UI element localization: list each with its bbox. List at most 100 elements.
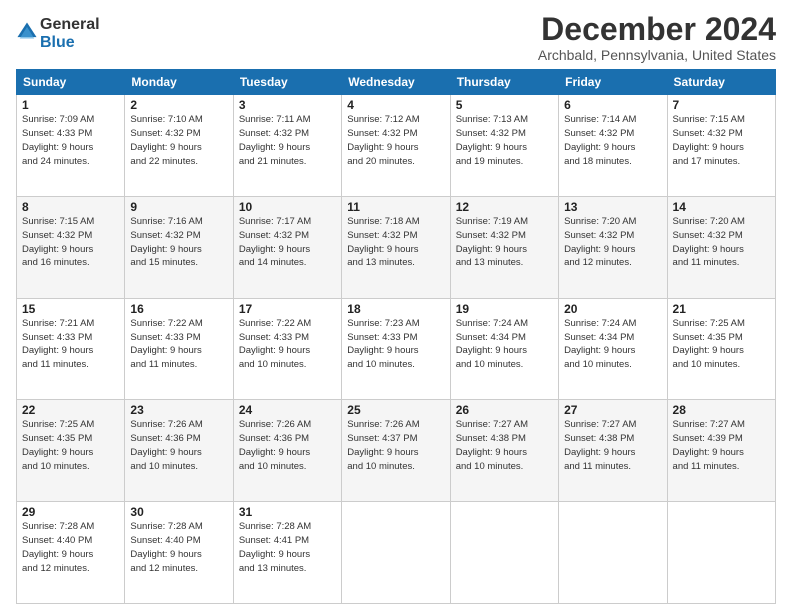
day-info: Sunrise: 7:28 AMSunset: 4:41 PMDaylight:… [239,521,311,573]
day-number: 29 [22,505,119,519]
week-row-5: 29 Sunrise: 7:28 AMSunset: 4:40 PMDaylig… [17,502,776,604]
day-number: 22 [22,403,119,417]
table-row: 4 Sunrise: 7:12 AMSunset: 4:32 PMDayligh… [342,95,450,197]
day-number: 5 [456,98,553,112]
day-number: 9 [130,200,227,214]
day-number: 2 [130,98,227,112]
table-row: 23 Sunrise: 7:26 AMSunset: 4:36 PMDaylig… [125,400,233,502]
day-info: Sunrise: 7:17 AMSunset: 4:32 PMDaylight:… [239,216,311,268]
day-info: Sunrise: 7:24 AMSunset: 4:34 PMDaylight:… [456,318,528,370]
col-saturday: Saturday [667,70,775,95]
day-number: 18 [347,302,444,316]
day-number: 3 [239,98,336,112]
title-block: December 2024 Archbald, Pennsylvania, Un… [538,12,776,63]
day-info: Sunrise: 7:23 AMSunset: 4:33 PMDaylight:… [347,318,419,370]
day-info: Sunrise: 7:26 AMSunset: 4:36 PMDaylight:… [239,419,311,471]
day-info: Sunrise: 7:26 AMSunset: 4:37 PMDaylight:… [347,419,419,471]
day-number: 19 [456,302,553,316]
day-number: 30 [130,505,227,519]
header-row: Sunday Monday Tuesday Wednesday Thursday… [17,70,776,95]
table-row: 29 Sunrise: 7:28 AMSunset: 4:40 PMDaylig… [17,502,125,604]
subtitle: Archbald, Pennsylvania, United States [538,47,776,63]
table-row: 3 Sunrise: 7:11 AMSunset: 4:32 PMDayligh… [233,95,341,197]
header: General Blue December 2024 Archbald, Pen… [16,12,776,63]
table-row: 2 Sunrise: 7:10 AMSunset: 4:32 PMDayligh… [125,95,233,197]
col-thursday: Thursday [450,70,558,95]
table-row: 10 Sunrise: 7:17 AMSunset: 4:32 PMDaylig… [233,196,341,298]
day-info: Sunrise: 7:21 AMSunset: 4:33 PMDaylight:… [22,318,94,370]
col-monday: Monday [125,70,233,95]
day-info: Sunrise: 7:10 AMSunset: 4:32 PMDaylight:… [130,114,202,166]
table-row: 13 Sunrise: 7:20 AMSunset: 4:32 PMDaylig… [559,196,667,298]
day-number: 4 [347,98,444,112]
logo-blue: Blue [40,34,100,52]
logo: General Blue [16,16,100,51]
week-row-4: 22 Sunrise: 7:25 AMSunset: 4:35 PMDaylig… [17,400,776,502]
table-row [559,502,667,604]
day-number: 26 [456,403,553,417]
day-info: Sunrise: 7:14 AMSunset: 4:32 PMDaylight:… [564,114,636,166]
day-info: Sunrise: 7:25 AMSunset: 4:35 PMDaylight:… [22,419,94,471]
table-row: 16 Sunrise: 7:22 AMSunset: 4:33 PMDaylig… [125,298,233,400]
table-row: 11 Sunrise: 7:18 AMSunset: 4:32 PMDaylig… [342,196,450,298]
day-info: Sunrise: 7:13 AMSunset: 4:32 PMDaylight:… [456,114,528,166]
table-row: 14 Sunrise: 7:20 AMSunset: 4:32 PMDaylig… [667,196,775,298]
table-row: 26 Sunrise: 7:27 AMSunset: 4:38 PMDaylig… [450,400,558,502]
day-number: 23 [130,403,227,417]
day-info: Sunrise: 7:19 AMSunset: 4:32 PMDaylight:… [456,216,528,268]
day-number: 14 [673,200,770,214]
col-wednesday: Wednesday [342,70,450,95]
table-row: 15 Sunrise: 7:21 AMSunset: 4:33 PMDaylig… [17,298,125,400]
day-number: 12 [456,200,553,214]
day-info: Sunrise: 7:28 AMSunset: 4:40 PMDaylight:… [22,521,94,573]
day-number: 17 [239,302,336,316]
table-row: 31 Sunrise: 7:28 AMSunset: 4:41 PMDaylig… [233,502,341,604]
table-row: 18 Sunrise: 7:23 AMSunset: 4:33 PMDaylig… [342,298,450,400]
table-row: 28 Sunrise: 7:27 AMSunset: 4:39 PMDaylig… [667,400,775,502]
day-number: 15 [22,302,119,316]
table-row: 5 Sunrise: 7:13 AMSunset: 4:32 PMDayligh… [450,95,558,197]
day-info: Sunrise: 7:27 AMSunset: 4:38 PMDaylight:… [456,419,528,471]
day-info: Sunrise: 7:15 AMSunset: 4:32 PMDaylight:… [673,114,745,166]
calendar-table: Sunday Monday Tuesday Wednesday Thursday… [16,69,776,604]
day-info: Sunrise: 7:16 AMSunset: 4:32 PMDaylight:… [130,216,202,268]
main-title: December 2024 [538,12,776,47]
day-info: Sunrise: 7:22 AMSunset: 4:33 PMDaylight:… [130,318,202,370]
day-number: 31 [239,505,336,519]
day-info: Sunrise: 7:28 AMSunset: 4:40 PMDaylight:… [130,521,202,573]
table-row: 6 Sunrise: 7:14 AMSunset: 4:32 PMDayligh… [559,95,667,197]
day-number: 28 [673,403,770,417]
day-number: 16 [130,302,227,316]
day-info: Sunrise: 7:27 AMSunset: 4:39 PMDaylight:… [673,419,745,471]
logo-general: General [40,16,100,34]
day-number: 11 [347,200,444,214]
day-info: Sunrise: 7:22 AMSunset: 4:33 PMDaylight:… [239,318,311,370]
day-info: Sunrise: 7:24 AMSunset: 4:34 PMDaylight:… [564,318,636,370]
page: General Blue December 2024 Archbald, Pen… [0,0,792,612]
day-number: 24 [239,403,336,417]
col-tuesday: Tuesday [233,70,341,95]
table-row: 25 Sunrise: 7:26 AMSunset: 4:37 PMDaylig… [342,400,450,502]
day-number: 10 [239,200,336,214]
table-row [667,502,775,604]
table-row: 12 Sunrise: 7:19 AMSunset: 4:32 PMDaylig… [450,196,558,298]
table-row: 1 Sunrise: 7:09 AMSunset: 4:33 PMDayligh… [17,95,125,197]
table-row: 21 Sunrise: 7:25 AMSunset: 4:35 PMDaylig… [667,298,775,400]
day-info: Sunrise: 7:11 AMSunset: 4:32 PMDaylight:… [239,114,311,166]
day-info: Sunrise: 7:25 AMSunset: 4:35 PMDaylight:… [673,318,745,370]
table-row: 8 Sunrise: 7:15 AMSunset: 4:32 PMDayligh… [17,196,125,298]
table-row: 7 Sunrise: 7:15 AMSunset: 4:32 PMDayligh… [667,95,775,197]
logo-text: General Blue [40,16,100,51]
day-info: Sunrise: 7:20 AMSunset: 4:32 PMDaylight:… [673,216,745,268]
table-row: 20 Sunrise: 7:24 AMSunset: 4:34 PMDaylig… [559,298,667,400]
table-row [450,502,558,604]
table-row: 30 Sunrise: 7:28 AMSunset: 4:40 PMDaylig… [125,502,233,604]
day-info: Sunrise: 7:15 AMSunset: 4:32 PMDaylight:… [22,216,94,268]
table-row: 27 Sunrise: 7:27 AMSunset: 4:38 PMDaylig… [559,400,667,502]
day-info: Sunrise: 7:09 AMSunset: 4:33 PMDaylight:… [22,114,94,166]
week-row-2: 8 Sunrise: 7:15 AMSunset: 4:32 PMDayligh… [17,196,776,298]
table-row: 22 Sunrise: 7:25 AMSunset: 4:35 PMDaylig… [17,400,125,502]
day-info: Sunrise: 7:26 AMSunset: 4:36 PMDaylight:… [130,419,202,471]
day-info: Sunrise: 7:18 AMSunset: 4:32 PMDaylight:… [347,216,419,268]
day-number: 27 [564,403,661,417]
